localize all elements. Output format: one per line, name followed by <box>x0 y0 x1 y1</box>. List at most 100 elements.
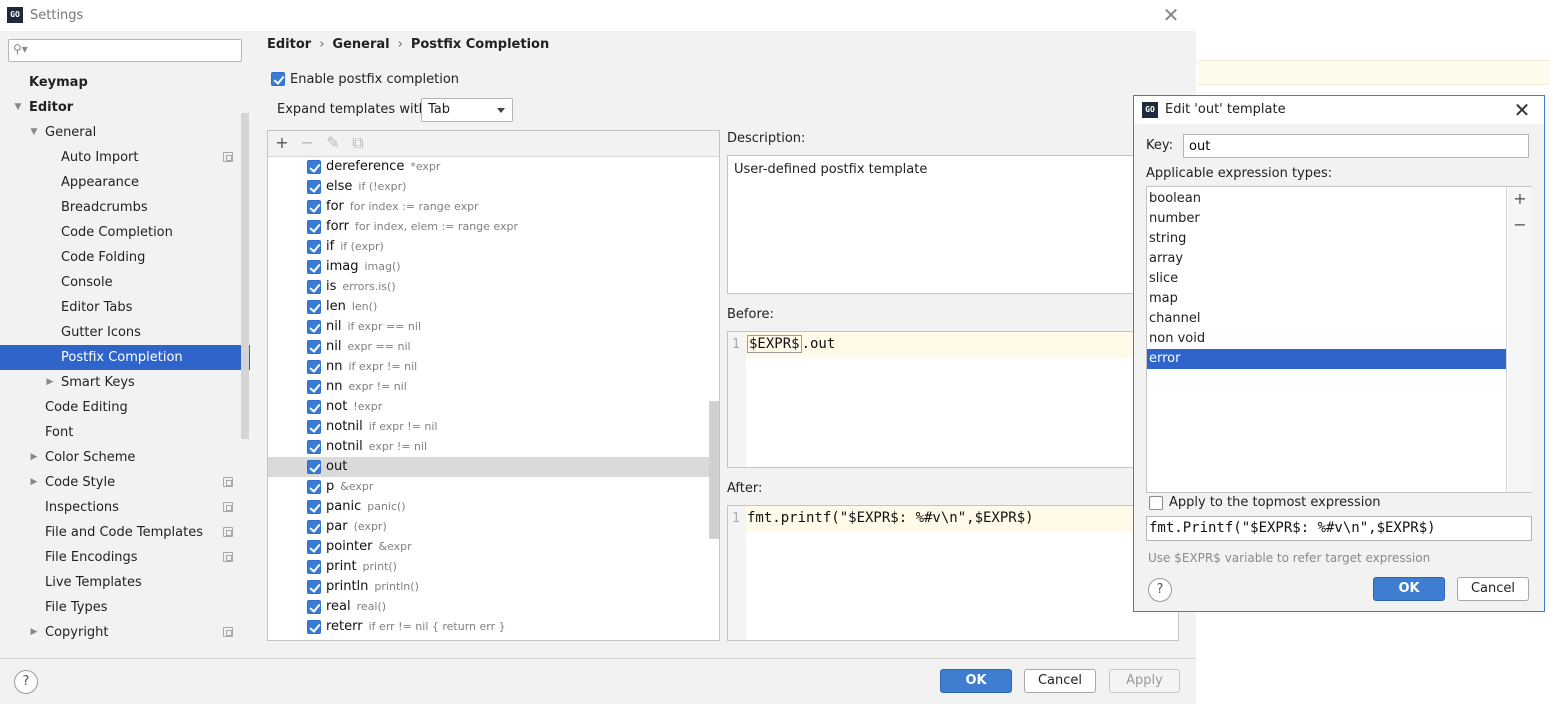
expand-arrow-icon[interactable]: ▼ <box>28 120 40 145</box>
expand-templates-select[interactable]: Tab <box>421 98 513 122</box>
sidebar-item[interactable]: Console <box>0 270 250 295</box>
expand-arrow-icon[interactable]: ▼ <box>12 95 24 120</box>
close-icon[interactable]: ✕ <box>1160 4 1182 26</box>
template-row[interactable]: println println() <box>268 577 719 597</box>
sidebar-item[interactable]: ▼ Editor <box>0 95 250 120</box>
sidebar-item[interactable]: ▶ Color Scheme <box>0 445 250 470</box>
sidebar-item[interactable]: Code Folding <box>0 245 250 270</box>
template-checkbox[interactable] <box>307 340 321 354</box>
template-checkbox[interactable] <box>307 460 321 474</box>
template-row[interactable]: reterr if err != nil { return err } <box>268 617 719 637</box>
sidebar-item[interactable]: ▶ Code Style <box>0 470 250 495</box>
settings-search-input[interactable]: ⚲▾ <box>8 39 242 62</box>
sidebar-item[interactable]: ▶ Smart Keys <box>0 370 250 395</box>
plus-icon[interactable]: + <box>273 134 291 152</box>
template-checkbox[interactable] <box>307 420 321 434</box>
template-row[interactable]: p &expr <box>268 477 719 497</box>
template-row[interactable]: panic panic() <box>268 497 719 517</box>
dialog-cancel-button[interactable]: Cancel <box>1457 577 1529 601</box>
template-row[interactable]: dereference *expr <box>268 157 719 177</box>
expression-type-item[interactable]: number <box>1147 209 1506 229</box>
template-checkbox[interactable] <box>307 560 321 574</box>
template-row[interactable]: nil expr == nil <box>268 337 719 357</box>
minus-icon[interactable]: − <box>298 134 316 152</box>
template-checkbox[interactable] <box>307 300 321 314</box>
sidebar-item[interactable]: Inspections <box>0 495 250 520</box>
template-row[interactable]: notnil expr != nil <box>268 437 719 457</box>
cancel-button[interactable]: Cancel <box>1024 669 1096 693</box>
template-row[interactable]: nn if expr != nil <box>268 357 719 377</box>
dialog-ok-button[interactable]: OK <box>1373 577 1445 601</box>
template-row[interactable]: nil if expr == nil <box>268 317 719 337</box>
template-row[interactable]: imag imag() <box>268 257 719 277</box>
topmost-checkbox[interactable] <box>1149 496 1163 510</box>
template-row[interactable]: print print() <box>268 557 719 577</box>
sidebar-item[interactable]: File Encodings <box>0 545 250 570</box>
expression-type-item[interactable]: channel <box>1147 309 1506 329</box>
pencil-icon[interactable]: ✎ <box>324 134 342 152</box>
key-input-field[interactable] <box>1184 135 1524 157</box>
minus-icon[interactable]: − <box>1511 216 1529 234</box>
sidebar-item[interactable]: Keymap <box>0 70 250 95</box>
template-row[interactable]: notnil if expr != nil <box>268 417 719 437</box>
template-checkbox[interactable] <box>307 500 321 514</box>
template-row[interactable]: real real() <box>268 597 719 617</box>
plus-icon[interactable]: + <box>1511 190 1529 208</box>
template-checkbox[interactable] <box>307 240 321 254</box>
close-icon[interactable]: ✕ <box>1510 98 1534 122</box>
after-editor[interactable]: 1 fmt.printf("$EXPR$: %#v\n",$EXPR$) <box>727 505 1179 641</box>
sidebar-item[interactable]: Breadcrumbs <box>0 195 250 220</box>
template-checkbox[interactable] <box>307 360 321 374</box>
template-checkbox[interactable] <box>307 380 321 394</box>
sidebar-item[interactable]: File and Code Templates <box>0 520 250 545</box>
collapse-arrow-icon[interactable]: ▶ <box>28 445 40 470</box>
template-row[interactable]: pointer &expr <box>268 537 719 557</box>
expression-type-item[interactable]: non void <box>1147 329 1506 349</box>
sidebar-item[interactable]: Gutter Icons <box>0 320 250 345</box>
collapse-arrow-icon[interactable]: ▶ <box>28 470 40 495</box>
template-row[interactable]: len len() <box>268 297 719 317</box>
template-row[interactable]: is errors.is() <box>268 277 719 297</box>
template-checkbox[interactable] <box>307 580 321 594</box>
ok-button[interactable]: OK <box>940 669 1012 693</box>
template-row[interactable]: if if (expr) <box>268 237 719 257</box>
expression-type-item[interactable]: map <box>1147 289 1506 309</box>
collapse-arrow-icon[interactable]: ▶ <box>44 370 56 395</box>
template-checkbox[interactable] <box>307 440 321 454</box>
sidebar-item[interactable]: File Types <box>0 595 250 620</box>
dialog-help-button[interactable]: ? <box>1148 578 1172 602</box>
template-checkbox[interactable] <box>307 320 321 334</box>
template-row[interactable]: par (expr) <box>268 517 719 537</box>
template-checkbox[interactable] <box>307 260 321 274</box>
enable-postfix-checkbox[interactable] <box>271 72 285 86</box>
template-row[interactable]: nn expr != nil <box>268 377 719 397</box>
sidebar-item[interactable]: Editor Tabs <box>0 295 250 320</box>
template-checkbox[interactable] <box>307 600 321 614</box>
template-row[interactable]: else if (!expr) <box>268 177 719 197</box>
sidebar-item[interactable]: Auto Import <box>0 145 250 170</box>
template-row[interactable]: forr for index, elem := range expr <box>268 217 719 237</box>
sidebar-item[interactable]: ▼ General <box>0 120 250 145</box>
template-checkbox[interactable] <box>307 200 321 214</box>
key-input[interactable] <box>1183 134 1529 158</box>
template-row[interactable]: for for index := range expr <box>268 197 719 217</box>
template-checkbox[interactable] <box>307 620 321 634</box>
template-checkbox[interactable] <box>307 520 321 534</box>
template-checkbox[interactable] <box>307 160 321 174</box>
copy-icon[interactable]: ⧉ <box>349 134 367 152</box>
template-code-editor[interactable]: fmt.Printf("$EXPR$: %#v\n",$EXPR$) <box>1146 516 1532 541</box>
apply-button[interactable]: Apply <box>1109 669 1180 693</box>
template-checkbox[interactable] <box>307 280 321 294</box>
sidebar-item[interactable]: Postfix Completion <box>0 345 250 370</box>
sidebar-item[interactable]: ▶ Copyright <box>0 620 250 645</box>
template-row[interactable]: not !expr <box>268 397 719 417</box>
sidebar-item[interactable]: Appearance <box>0 170 250 195</box>
sidebar-scrollbar[interactable] <box>241 113 249 439</box>
sidebar-item[interactable]: Code Completion <box>0 220 250 245</box>
template-checkbox[interactable] <box>307 540 321 554</box>
sidebar-item[interactable]: Font <box>0 420 250 445</box>
expression-type-item[interactable]: error <box>1147 349 1506 369</box>
expression-type-item[interactable]: string <box>1147 229 1506 249</box>
sidebar-item[interactable]: Live Templates <box>0 570 250 595</box>
help-button[interactable]: ? <box>14 670 38 694</box>
